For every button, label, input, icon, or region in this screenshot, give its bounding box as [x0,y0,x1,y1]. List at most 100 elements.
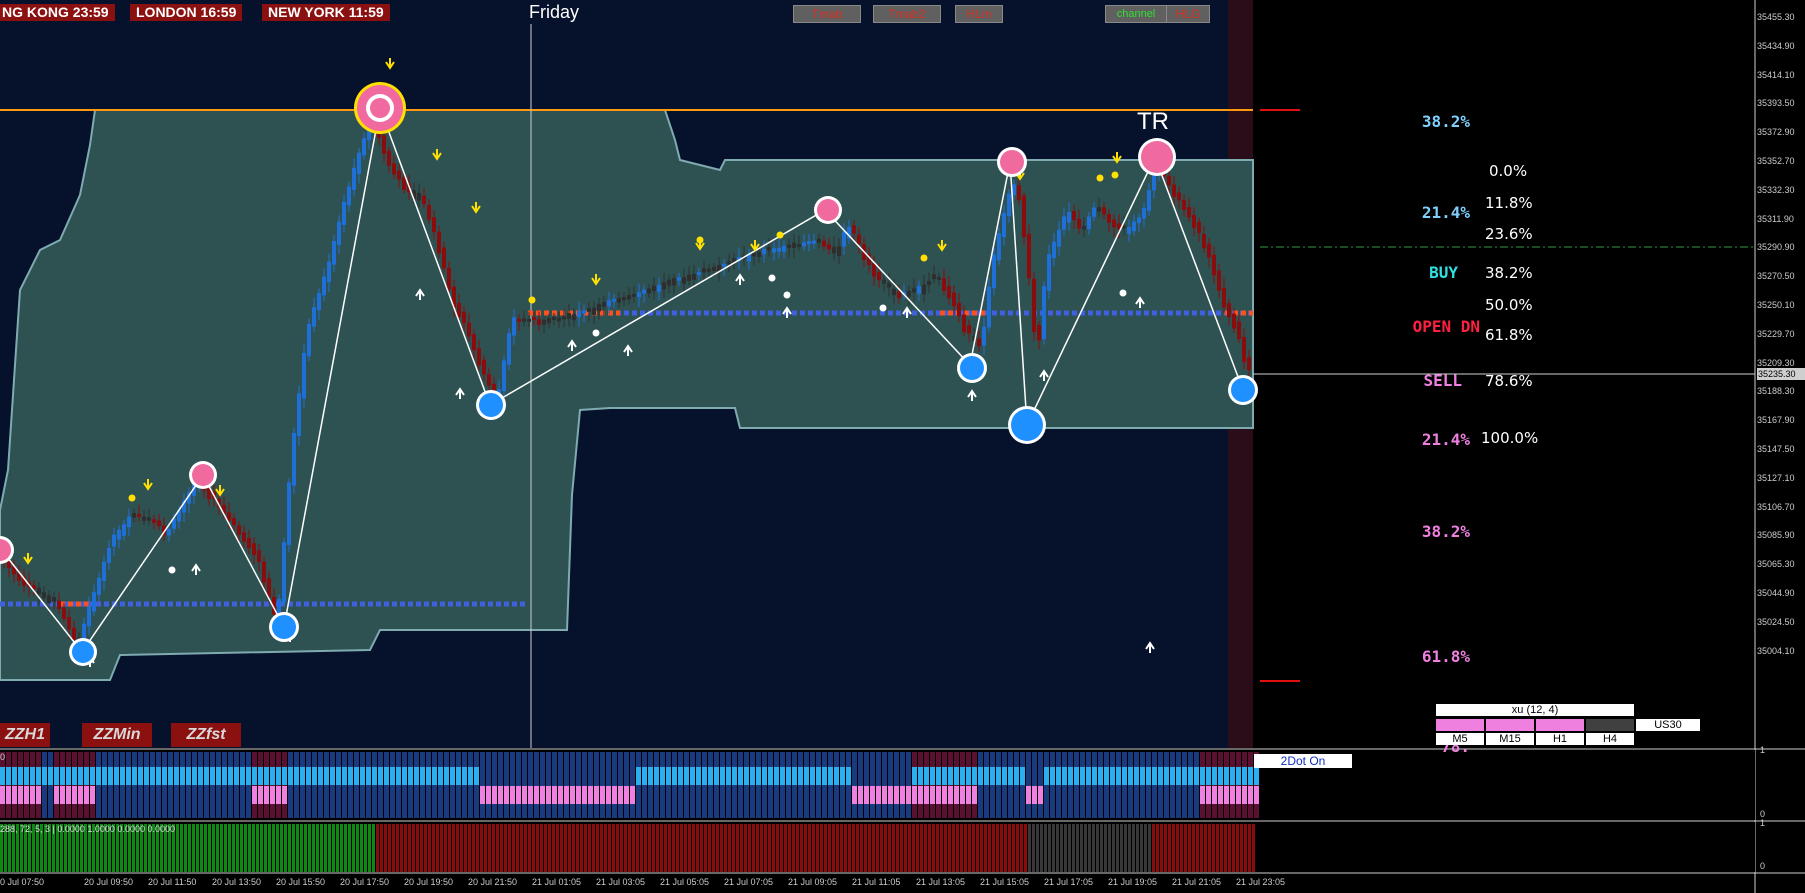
candle-body [1017,185,1021,201]
zzmin-button[interactable]: ZZMin [82,723,152,747]
indicator1-down-bar [852,786,857,804]
indicator2-bar [276,824,279,872]
indicator2-bar [388,824,391,872]
candle-body [382,135,386,154]
indicator1-down-bar [1200,786,1205,804]
indicator2-bar [492,824,495,872]
indicator1-down-bar [510,786,515,804]
indicator2-bar [1064,824,1067,872]
indicator1-down-bar [576,786,581,804]
indicator2-bar [348,824,351,872]
indicator2-bar [796,824,799,872]
candle-body [352,167,356,190]
indicator1-down-bar [504,786,509,804]
price-axis-label: 35372.90 [1757,127,1795,138]
candle-body [937,276,941,280]
indicator1-up-bar [366,767,371,785]
indicator1-down-bar [72,786,77,804]
indicator1-up-bar [288,767,293,785]
tf-h1[interactable]: H1 [1536,733,1584,745]
indicator1-up-bar [720,767,725,785]
candle-body [1167,175,1171,186]
indicator2-bar [236,824,239,872]
channel-button[interactable]: channel [1105,5,1167,23]
indicator2-bar [1080,824,1083,872]
tf-h4[interactable]: H4 [1586,733,1634,745]
indicator2-bar [840,824,843,872]
candle-body [1097,207,1101,212]
indicator2-bar [656,824,659,872]
low-marker [960,356,984,380]
indicator1-up-bar [432,767,437,785]
indicator1-down-bar [498,786,503,804]
indicator2-bar [244,824,247,872]
hlg-button[interactable]: HLG [1166,5,1210,23]
tmab-button[interactable]: Tmab [793,5,861,23]
indicator2-bar [988,824,991,872]
indicator1-up-bar [786,767,791,785]
clock-london: LONDON 16:59 [130,4,243,21]
candle-body [962,314,966,332]
indicator1-up-bar [396,767,401,785]
hlm-button[interactable]: HLm [955,5,1003,23]
candle-body [1102,207,1106,215]
price-axis-label: 35004.10 [1757,645,1795,656]
twodot-button[interactable]: 2Dot On [1254,754,1352,768]
indicator1-up-bar [294,767,299,785]
indicator1-up-bar [144,767,149,785]
indicator1-up-bar [654,767,659,785]
indicator2-bar [560,824,563,872]
candle-body [267,578,271,598]
indicator2-bar [808,824,811,872]
candle-body [1082,225,1086,230]
indicator2-bar [696,824,699,872]
indicator2-bar [620,824,623,872]
tmab2-button[interactable]: Tmab2 [873,5,941,23]
zzh1-button[interactable]: ZZH1 [0,723,50,747]
candle-body [1072,211,1076,221]
tf-m5[interactable]: M5 [1436,733,1484,745]
candle-body [242,532,246,542]
indicator2-bar [600,824,603,872]
candle-body [437,231,441,254]
indicator2-bar [1048,824,1051,872]
indicator1-down-bar [954,786,959,804]
candle-body [1077,218,1081,229]
indicator1-bar [516,752,521,818]
indicator1-up-bar [420,767,425,785]
indicator1-down-bar [492,786,497,804]
indicator1-up-bar [1236,767,1241,785]
indicator1-bar [528,752,533,818]
indicator1-down-bar [582,786,587,804]
zzfst-button[interactable]: ZZfst [171,723,241,747]
indicator2-bar [860,824,863,872]
candle-body [447,267,451,290]
indicator1-up-bar [192,767,197,785]
fib-level-100: 100.0% [1481,429,1539,447]
candle-body [1177,192,1181,201]
indicator2-bar [812,824,815,872]
indicator2-bar [844,824,847,872]
indicator2-bar [708,824,711,872]
indicator1-up-bar [912,767,917,785]
indicator1-bar [876,752,881,818]
indicator2-bar [456,824,459,872]
indicator1-bar [564,752,569,818]
price-axis-label: 35250.10 [1757,300,1795,310]
candle-body [812,240,816,244]
indicator2-bar [804,824,807,872]
tr-label: TR [1137,108,1169,135]
fib-level-118: 11.8% [1485,194,1533,212]
tf-m15[interactable]: M15 [1486,733,1534,745]
yellow-dot [1096,174,1104,182]
candle-body [807,241,811,245]
candle-body [817,238,821,243]
indicator1-up-bar [198,767,203,785]
indicator1-up-bar [348,767,353,785]
candle-body [572,314,576,321]
candle-body [397,170,401,180]
candle-body [1087,216,1091,230]
indicator2-bar [872,824,875,872]
indicator2-bar [1100,824,1103,872]
indicator1-up-bar [1086,767,1091,785]
